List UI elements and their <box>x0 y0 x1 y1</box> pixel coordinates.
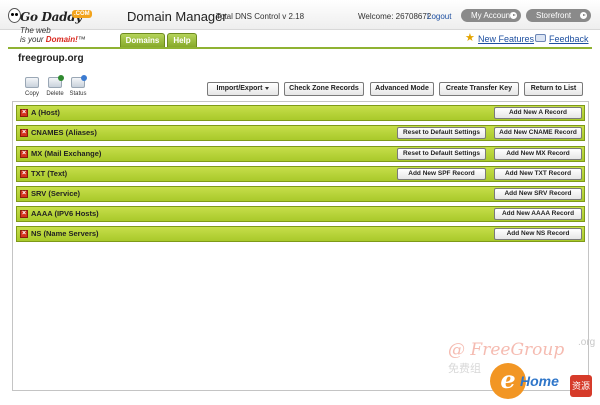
delete-tool[interactable]: Delete <box>44 75 66 97</box>
delete-icon <box>48 75 64 88</box>
check-zone-records-button[interactable]: Check Zone Records <box>284 82 364 96</box>
collapse-icon[interactable]: × <box>20 129 28 137</box>
watermark-cn: 免费组 <box>448 363 481 375</box>
copy-icon <box>25 77 39 88</box>
record-section-label: CNAMES (Aliases) <box>31 128 97 137</box>
advanced-mode-button[interactable]: Advanced Mode <box>370 82 434 96</box>
add-ns-record-button[interactable]: Add New NS Record <box>494 228 582 240</box>
arrow-right-icon <box>580 12 587 19</box>
watermark: @ FreeGroup .org 免费组 e Home 资源网 <box>440 337 600 405</box>
tab-help[interactable]: Help <box>167 33 197 47</box>
add-aaaa-record-button[interactable]: Add New AAAA Record <box>494 208 582 220</box>
record-section-label: A (Host) <box>31 108 60 117</box>
watermark-org: .org <box>578 337 596 348</box>
feedback-icon <box>535 34 546 42</box>
record-section-mx: × MX (Mail Exchange) Reset to Default Se… <box>16 146 585 162</box>
record-section-label: SRV (Service) <box>31 189 81 198</box>
record-section-label: TXT (Text) <box>31 169 68 178</box>
feedback-link[interactable]: Feedback <box>549 34 589 44</box>
collapse-icon[interactable]: × <box>20 150 28 158</box>
header: Go Daddy .COM The web is your Domain!™ D… <box>0 0 600 49</box>
record-section-cname: × CNAMES (Aliases) Reset to Default Sett… <box>16 125 585 141</box>
record-section-txt: × TXT (Text) Add New SPF Record Add New … <box>16 166 585 182</box>
return-to-list-button[interactable]: Return to List <box>524 82 583 96</box>
record-section-label: AAAA (IPV6 Hosts) <box>31 209 99 218</box>
watermark-badge: e Home 资源网 <box>490 363 592 405</box>
status-tool[interactable]: Status <box>67 75 89 97</box>
add-mx-record-button[interactable]: Add New MX Record <box>494 148 582 160</box>
logo-tagline-1: The web <box>20 26 51 35</box>
add-spf-record-button[interactable]: Add New SPF Record <box>397 168 486 180</box>
record-section-aaaa: × AAAA (IPV6 Hosts) Add New AAAA Record <box>16 206 585 222</box>
domain-name: freegroup.org <box>18 53 84 64</box>
my-account-label: My Account <box>471 11 513 20</box>
watermark-home: Home <box>520 373 559 389</box>
record-section-label: NS (Name Servers) <box>31 229 99 238</box>
status-icon <box>71 75 87 88</box>
record-section-ns: × NS (Name Servers) Add New NS Record <box>16 226 585 242</box>
storefront-button[interactable]: Storefront <box>526 9 591 22</box>
logo-com: .COM <box>72 10 92 18</box>
copy-label: Copy <box>24 91 39 97</box>
collapse-icon[interactable]: × <box>20 230 28 238</box>
delete-label: Delete <box>46 91 64 97</box>
collapse-icon[interactable]: × <box>20 190 28 198</box>
reset-mx-defaults-button[interactable]: Reset to Default Settings <box>397 148 486 160</box>
collapse-icon[interactable]: × <box>20 210 28 218</box>
watermark-net: 资源网 <box>570 375 592 405</box>
add-cname-record-button[interactable]: Add New CNAME Record <box>494 127 582 139</box>
logout-link[interactable]: Logout <box>427 12 451 21</box>
welcome-text: Welcome: 26708672 <box>358 12 432 21</box>
app-title: Domain Manager <box>127 9 227 24</box>
add-a-record-button[interactable]: Add New A Record <box>494 107 582 119</box>
add-srv-record-button[interactable]: Add New SRV Record <box>494 188 582 200</box>
record-section-srv: × SRV (Service) Add New SRV Record <box>16 186 585 202</box>
my-account-button[interactable]: My Account <box>461 9 521 22</box>
import-export-label: Import/Export <box>216 85 263 92</box>
copy-tool[interactable]: Copy <box>21 77 43 97</box>
add-txt-record-button[interactable]: Add New TXT Record <box>494 168 582 180</box>
arrow-right-icon <box>510 12 517 19</box>
tab-domains[interactable]: Domains <box>120 33 165 47</box>
caret-down-icon <box>265 86 270 90</box>
record-section-label: MX (Mail Exchange) <box>31 149 102 158</box>
new-features-link[interactable]: New Features <box>478 34 534 44</box>
import-export-button[interactable]: Import/Export <box>207 82 279 96</box>
record-section-a: × A (Host) Add New A Record <box>16 105 585 121</box>
collapse-icon[interactable]: × <box>20 170 28 178</box>
status-label: Status <box>69 91 87 97</box>
watermark-text: @ FreeGroup <box>448 340 565 360</box>
tab-underline <box>8 47 592 49</box>
app-version: Total DNS Control v 2.18 <box>216 12 305 21</box>
logo-tagline-2: is your Domain!™ <box>20 35 86 44</box>
godaddy-logo[interactable]: Go Daddy .COM The web is your Domain!™ <box>8 4 104 46</box>
storefront-label: Storefront <box>536 11 572 20</box>
collapse-icon[interactable]: × <box>20 109 28 117</box>
create-transfer-key-button[interactable]: Create Transfer Key <box>439 82 519 96</box>
star-icon: ★ <box>465 32 475 44</box>
reset-cname-defaults-button[interactable]: Reset to Default Settings <box>397 127 486 139</box>
